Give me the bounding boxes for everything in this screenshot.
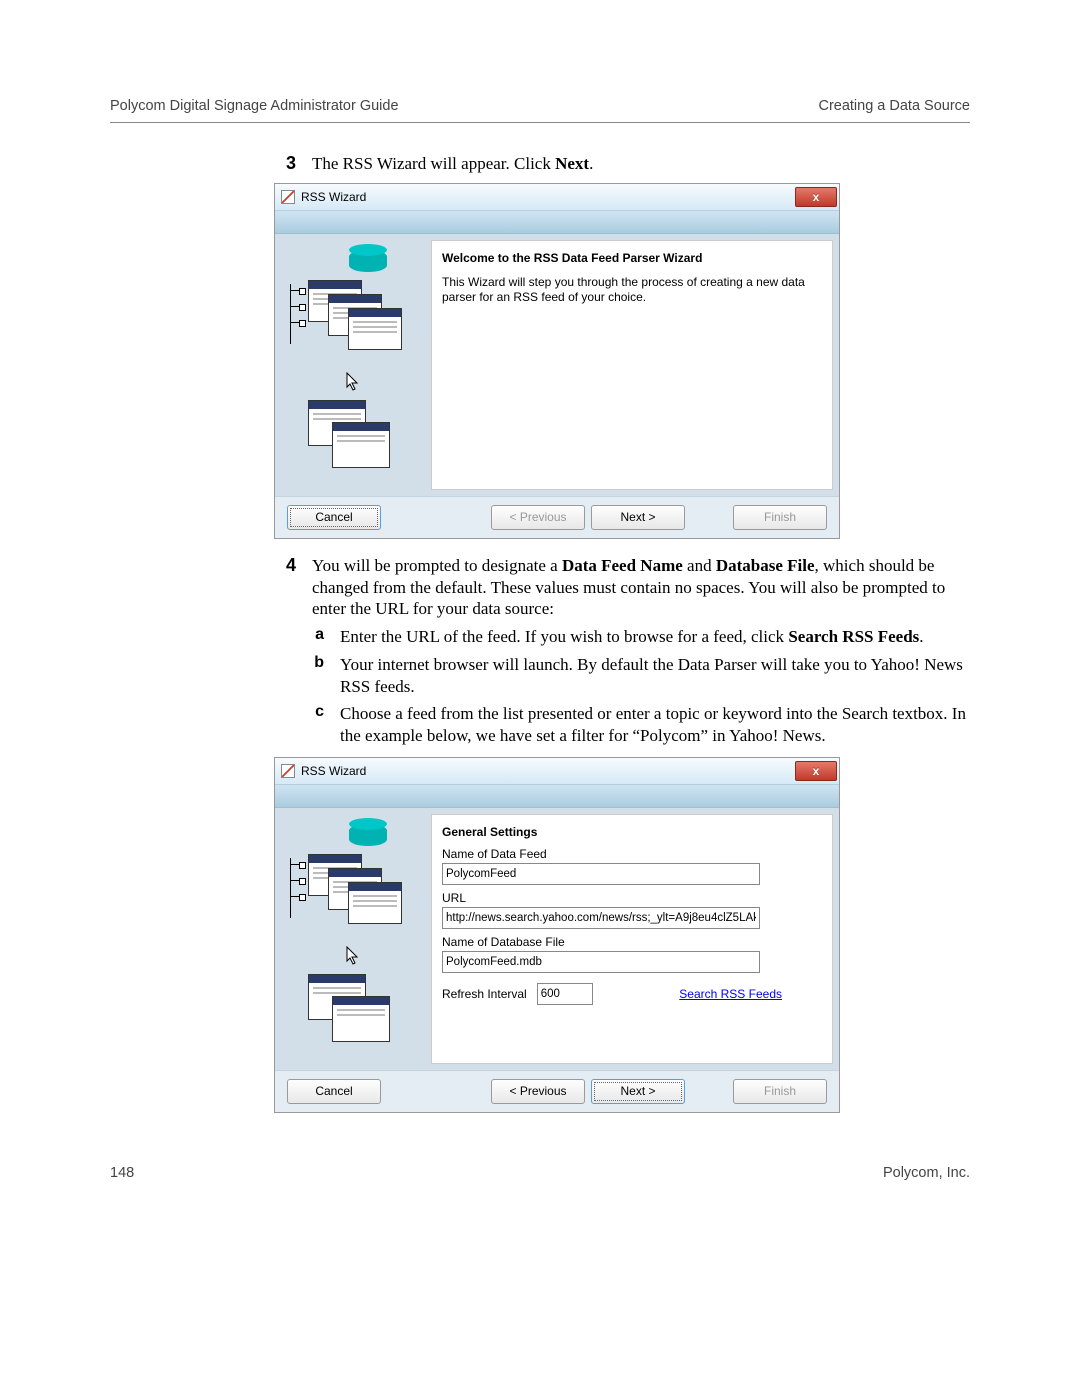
tree-connector-icon: [290, 284, 303, 344]
substep-letter: c: [110, 703, 324, 747]
window-title: RSS Wizard: [301, 190, 366, 204]
database-file-input[interactable]: [442, 951, 760, 973]
name-of-data-feed-input[interactable]: [442, 863, 760, 885]
substep-c: c Choose a feed from the list presented …: [110, 703, 970, 747]
substep-b: b Your internet browser will launch. By …: [110, 654, 970, 698]
text-bold: Search RSS Feeds: [788, 627, 919, 646]
close-icon[interactable]: x: [795, 761, 837, 781]
wizard-button-bar: Cancel < Previous Next > Finish: [275, 1070, 839, 1112]
substep-letter: b: [110, 654, 324, 698]
substep-a: a Enter the URL of the feed. If you wish…: [110, 626, 970, 648]
titlebar: RSS Wizard x: [275, 184, 839, 211]
text-bold: Database File: [716, 556, 815, 575]
wizard-content-panel: Welcome to the RSS Data Feed Parser Wiza…: [431, 240, 833, 490]
step-text: The RSS Wizard will appear. Click Next.: [312, 153, 970, 175]
windows-stack-icon: [308, 280, 398, 360]
windows-pair-icon: [308, 974, 398, 1054]
close-icon[interactable]: x: [795, 187, 837, 207]
wizard-graphic-panel: [275, 808, 431, 1070]
finish-button[interactable]: Finish: [733, 505, 827, 530]
step-number: 3: [110, 153, 296, 175]
search-rss-feeds-link[interactable]: Search RSS Feeds: [679, 987, 782, 1001]
text-fragment: and: [683, 556, 716, 575]
page-header: Polycom Digital Signage Administrator Gu…: [110, 98, 970, 114]
text-bold: Next: [555, 154, 589, 173]
tree-connector-icon: [290, 858, 303, 918]
database-file-label: Name of Database File: [442, 935, 822, 949]
url-label: URL: [442, 891, 822, 905]
app-icon: [281, 190, 295, 204]
database-cylinder-icon: [349, 250, 387, 272]
company-name: Polycom, Inc.: [883, 1165, 970, 1181]
dialog-body: Welcome to the RSS Data Feed Parser Wiza…: [275, 234, 839, 496]
refresh-interval-label: Refresh Interval: [442, 987, 527, 1001]
substep-text: Your internet browser will launch. By de…: [340, 654, 970, 698]
substep-letter: a: [110, 626, 324, 648]
welcome-heading: Welcome to the RSS Data Feed Parser Wiza…: [442, 251, 822, 265]
general-settings-heading: General Settings: [442, 825, 822, 839]
rss-wizard-screenshot-1: RSS Wizard x: [274, 183, 840, 539]
windows-stack-icon: [308, 854, 398, 934]
url-input[interactable]: [442, 907, 760, 929]
refresh-interval-input[interactable]: [537, 983, 593, 1005]
header-right: Creating a Data Source: [818, 98, 970, 114]
header-left: Polycom Digital Signage Administrator Gu…: [110, 98, 399, 114]
app-icon: [281, 764, 295, 778]
cancel-button[interactable]: Cancel: [287, 505, 381, 530]
next-button[interactable]: Next >: [591, 505, 685, 530]
dialog-body: General Settings Name of Data Feed URL N…: [275, 808, 839, 1070]
text-bold: Data Feed Name: [562, 556, 683, 575]
cancel-button[interactable]: Cancel: [287, 1079, 381, 1104]
header-rule: [110, 122, 970, 123]
database-cylinder-icon: [349, 824, 387, 846]
step-number: 4: [110, 555, 296, 620]
text-fragment: .: [919, 627, 923, 646]
window-title: RSS Wizard: [301, 764, 366, 778]
previous-button[interactable]: < Previous: [491, 1079, 585, 1104]
step-3: 3 The RSS Wizard will appear. Click Next…: [110, 153, 970, 175]
wizard-graphic-panel: [275, 234, 431, 496]
substep-text: Choose a feed from the list presented or…: [340, 703, 970, 747]
dialog-strip: [275, 785, 839, 808]
cursor-icon: [345, 946, 361, 966]
welcome-description: This Wizard will step you through the pr…: [442, 275, 822, 305]
page-footer: 148 Polycom, Inc.: [110, 1165, 970, 1181]
wizard-content-panel: General Settings Name of Data Feed URL N…: [431, 814, 833, 1064]
titlebar: RSS Wizard x: [275, 758, 839, 785]
step-4: 4 You will be prompted to designate a Da…: [110, 555, 970, 620]
page-number: 148: [110, 1165, 134, 1181]
windows-pair-icon: [308, 400, 398, 480]
text-fragment: Enter the URL of the feed. If you wish t…: [340, 627, 788, 646]
name-of-data-feed-label: Name of Data Feed: [442, 847, 822, 861]
rss-wizard-screenshot-2: RSS Wizard x: [274, 757, 840, 1113]
wizard-button-bar: Cancel < Previous Next > Finish: [275, 496, 839, 538]
text-fragment: You will be prompted to designate a: [312, 556, 562, 575]
step-text: You will be prompted to designate a Data…: [312, 555, 970, 620]
next-button[interactable]: Next >: [591, 1079, 685, 1104]
dialog-strip: [275, 211, 839, 234]
text-fragment: .: [589, 154, 593, 173]
substep-text: Enter the URL of the feed. If you wish t…: [340, 626, 970, 648]
text-fragment: The RSS Wizard will appear. Click: [312, 154, 555, 173]
previous-button[interactable]: < Previous: [491, 505, 585, 530]
finish-button[interactable]: Finish: [733, 1079, 827, 1104]
cursor-icon: [345, 372, 361, 392]
